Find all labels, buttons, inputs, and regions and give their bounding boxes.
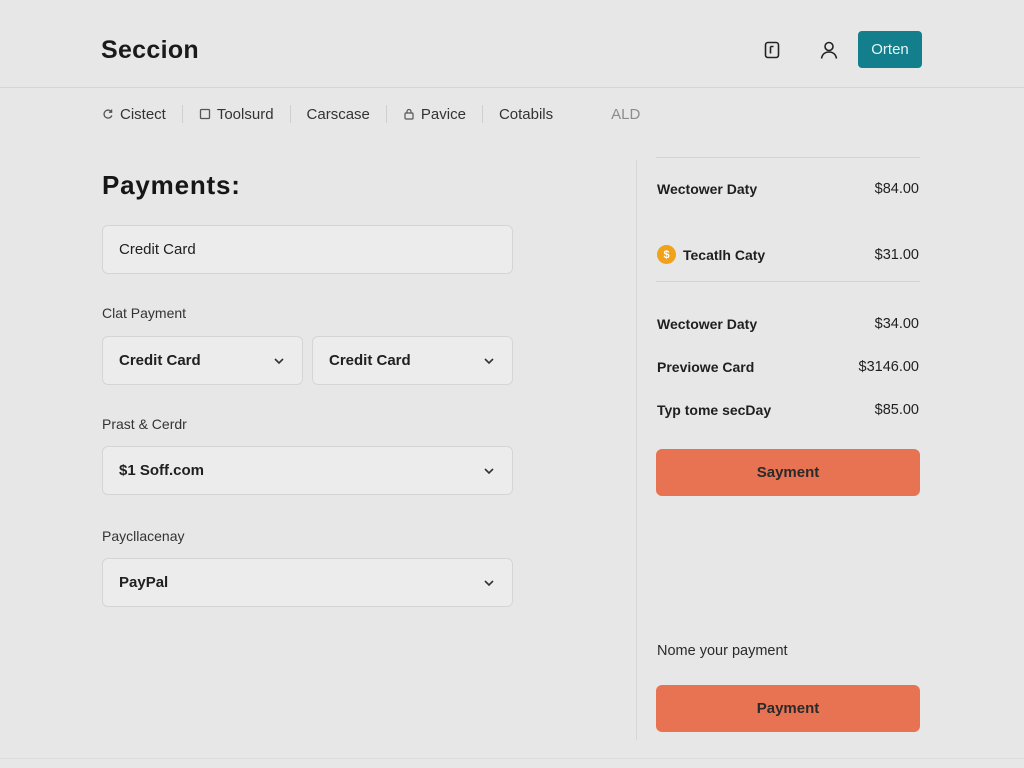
footer-divider bbox=[0, 758, 1024, 759]
select-value: Credit Card bbox=[119, 352, 201, 369]
payment-note: Nome your payment bbox=[657, 643, 788, 659]
summary-row: Typ tome secDay $85.00 bbox=[657, 402, 919, 418]
paycllacenay-label: Paycllacenay bbox=[102, 528, 185, 544]
refresh-icon bbox=[103, 109, 113, 119]
card-select-left[interactable]: Credit Card bbox=[102, 336, 303, 385]
lock-icon bbox=[404, 108, 414, 120]
nav-item-ald[interactable]: ALD bbox=[611, 106, 640, 123]
summary-divider bbox=[656, 281, 920, 282]
sayment-button[interactable]: Sayment bbox=[656, 449, 920, 496]
row-amount: $3146.00 bbox=[858, 359, 919, 375]
brand-title: Seccion bbox=[101, 36, 199, 64]
coin-icon: $ bbox=[657, 245, 676, 264]
nav-item-cotabils[interactable]: Cotabils bbox=[499, 106, 553, 123]
paypal-select[interactable]: PayPal bbox=[102, 558, 513, 607]
payment-button[interactable]: Payment bbox=[656, 685, 920, 732]
row-amount: $31.00 bbox=[874, 246, 919, 263]
nav-label: Carscase bbox=[306, 105, 370, 123]
nav-item-cistect[interactable]: Cistect bbox=[102, 106, 166, 123]
chevron-down-icon bbox=[484, 579, 494, 586]
row-amount: $85.00 bbox=[874, 402, 919, 418]
row-name: Typ tome secDay bbox=[657, 402, 772, 418]
nav-divider bbox=[289, 105, 291, 123]
payments-title: Payments: bbox=[102, 170, 241, 200]
row-name: Wectower Daty bbox=[657, 316, 758, 332]
nav-label: Cistect bbox=[120, 105, 166, 123]
column-divider bbox=[636, 160, 637, 740]
row-name: Wectower Daty bbox=[657, 181, 758, 197]
row-name: Previowe Card bbox=[657, 359, 755, 375]
payments-page: Seccion Orten Cistect Toolsurd Carscase … bbox=[0, 0, 1024, 768]
summary-row: Wectower Daty $84.00 bbox=[657, 181, 919, 197]
order-button[interactable]: Orten bbox=[858, 31, 922, 68]
nav-divider bbox=[385, 105, 387, 123]
square-icon bbox=[199, 108, 210, 120]
card-select-right[interactable]: Credit Card bbox=[312, 336, 513, 385]
nav-label: Pavice bbox=[420, 105, 466, 123]
chevron-down-icon bbox=[484, 467, 494, 474]
bookmark-icon[interactable] bbox=[760, 38, 784, 62]
top-header: Seccion Orten bbox=[0, 0, 1024, 88]
user-icon[interactable] bbox=[817, 38, 841, 62]
top-nav: Cistect Toolsurd Carscase Pavice Cotabil… bbox=[102, 102, 640, 126]
nav-divider bbox=[181, 105, 183, 123]
nav-item-toolsurd[interactable]: Toolsurd bbox=[199, 106, 274, 123]
summary-divider bbox=[656, 157, 920, 158]
row-name: Tecatlh Caty bbox=[683, 246, 766, 263]
chevron-down-icon bbox=[274, 357, 284, 364]
row-amount: $34.00 bbox=[874, 316, 919, 332]
nav-item-pavice[interactable]: Pavice bbox=[403, 106, 466, 123]
select-value: PayPal bbox=[119, 574, 169, 591]
nav-divider bbox=[481, 105, 483, 123]
summary-row: Wectower Daty $34.00 bbox=[657, 316, 919, 332]
row-amount: $84.00 bbox=[874, 181, 919, 197]
amount-select[interactable]: $1 Soff.com bbox=[102, 446, 513, 495]
prast-cerdr-label: Prast & Cerdr bbox=[102, 416, 187, 432]
nav-item-carscase[interactable]: Carscase bbox=[307, 106, 370, 123]
nav-label: Toolsurd bbox=[216, 105, 274, 123]
select-value: $1 Soff.com bbox=[119, 462, 205, 479]
nav-label: Cotabils bbox=[498, 105, 554, 123]
field-value: Credit Card bbox=[119, 241, 196, 258]
nav-label: ALD bbox=[611, 105, 641, 123]
chevron-down-icon bbox=[484, 357, 494, 364]
payment-method-field[interactable]: Credit Card bbox=[102, 225, 513, 274]
summary-row: $ Tecatlh Caty $31.00 bbox=[657, 245, 919, 264]
clat-payment-label: Clat Payment bbox=[102, 305, 187, 321]
select-value: Credit Card bbox=[329, 352, 411, 369]
row-name-wrap: $ Tecatlh Caty bbox=[657, 245, 765, 264]
summary-row: Previowe Card $3146.00 bbox=[657, 359, 919, 375]
